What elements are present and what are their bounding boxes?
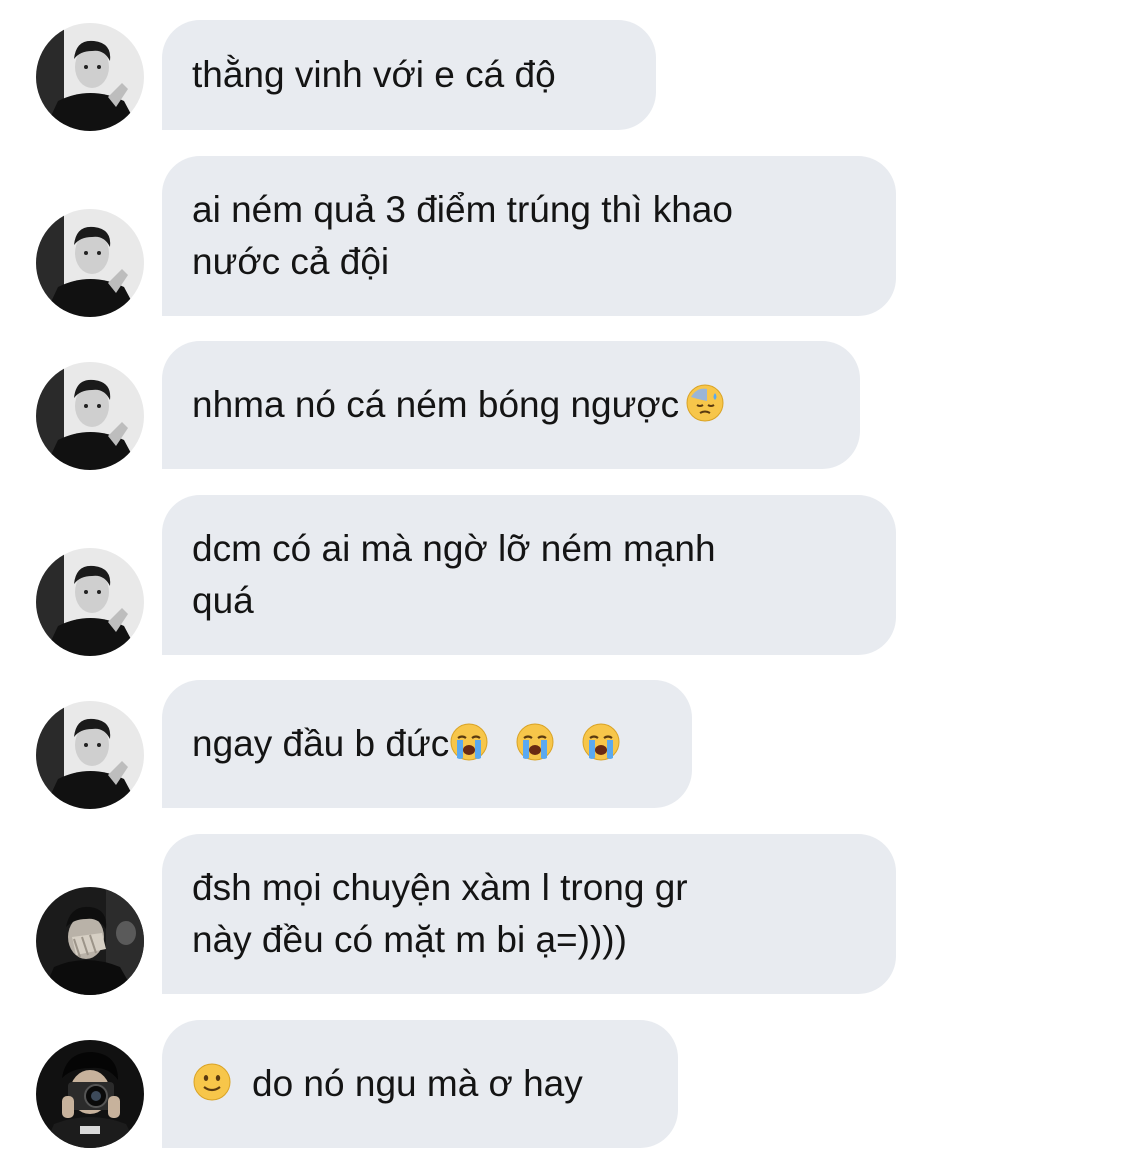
message-text-line: nước cả đội (192, 241, 390, 282)
message-text: thằng vinh với e cá độ (192, 54, 556, 95)
sender-avatar[interactable] (36, 701, 144, 809)
camera-avatar-icon (36, 1040, 144, 1148)
sender-avatar[interactable] (36, 887, 144, 995)
sender-avatar[interactable] (36, 362, 144, 470)
slightly-smiling-face-emoji-icon (192, 1062, 232, 1102)
dark-portrait-avatar-icon (36, 209, 144, 317)
message-bubble[interactable]: đsh mọi chuyện xàm l trong gr này đều có… (162, 834, 896, 994)
message-text: ngay đầu b đức (192, 723, 450, 764)
loudly-crying-face-emoji-icon (581, 722, 621, 762)
sender-avatar[interactable] (36, 548, 144, 656)
message-bubble[interactable]: nhma nó cá ném bóng ngược (162, 341, 860, 469)
message-bubble[interactable]: dcm có ai mà ngờ lỡ ném mạnh quá (162, 495, 896, 655)
dark-portrait-avatar-icon (36, 701, 144, 809)
loudly-crying-face-emoji-icon (515, 722, 555, 762)
face-covered-avatar-icon (36, 887, 144, 995)
dark-portrait-avatar-icon (36, 362, 144, 470)
message-bubble[interactable]: do nó ngu mà ơ hay (162, 1020, 678, 1148)
message-text: nhma nó cá ném bóng ngược (192, 384, 680, 425)
sender-avatar[interactable] (36, 23, 144, 131)
dark-portrait-avatar-icon (36, 548, 144, 656)
message-bubble[interactable]: thằng vinh với e cá độ (162, 20, 656, 130)
sender-avatar[interactable] (36, 209, 144, 317)
message-text-line: quá (192, 580, 254, 621)
dark-portrait-avatar-icon (36, 23, 144, 131)
message-text-line: dcm có ai mà ngờ lỡ ném mạnh (192, 528, 716, 569)
downcast-sweat-face-emoji-icon (685, 383, 725, 423)
loudly-crying-face-emoji-icon (449, 722, 489, 762)
message-text-line: ai ném quả 3 điểm trúng thì khao (192, 189, 733, 230)
message-bubble[interactable]: ai ném quả 3 điểm trúng thì khao nước cả… (162, 156, 896, 316)
message-text-line: này đều có mặt m bi ạ=)))) (192, 919, 627, 960)
message-text: do nó ngu mà ơ hay (252, 1063, 583, 1104)
sender-avatar[interactable] (36, 1040, 144, 1148)
message-bubble[interactable]: ngay đầu b đức (162, 680, 692, 808)
message-text-line: đsh mọi chuyện xàm l trong gr (192, 867, 688, 908)
